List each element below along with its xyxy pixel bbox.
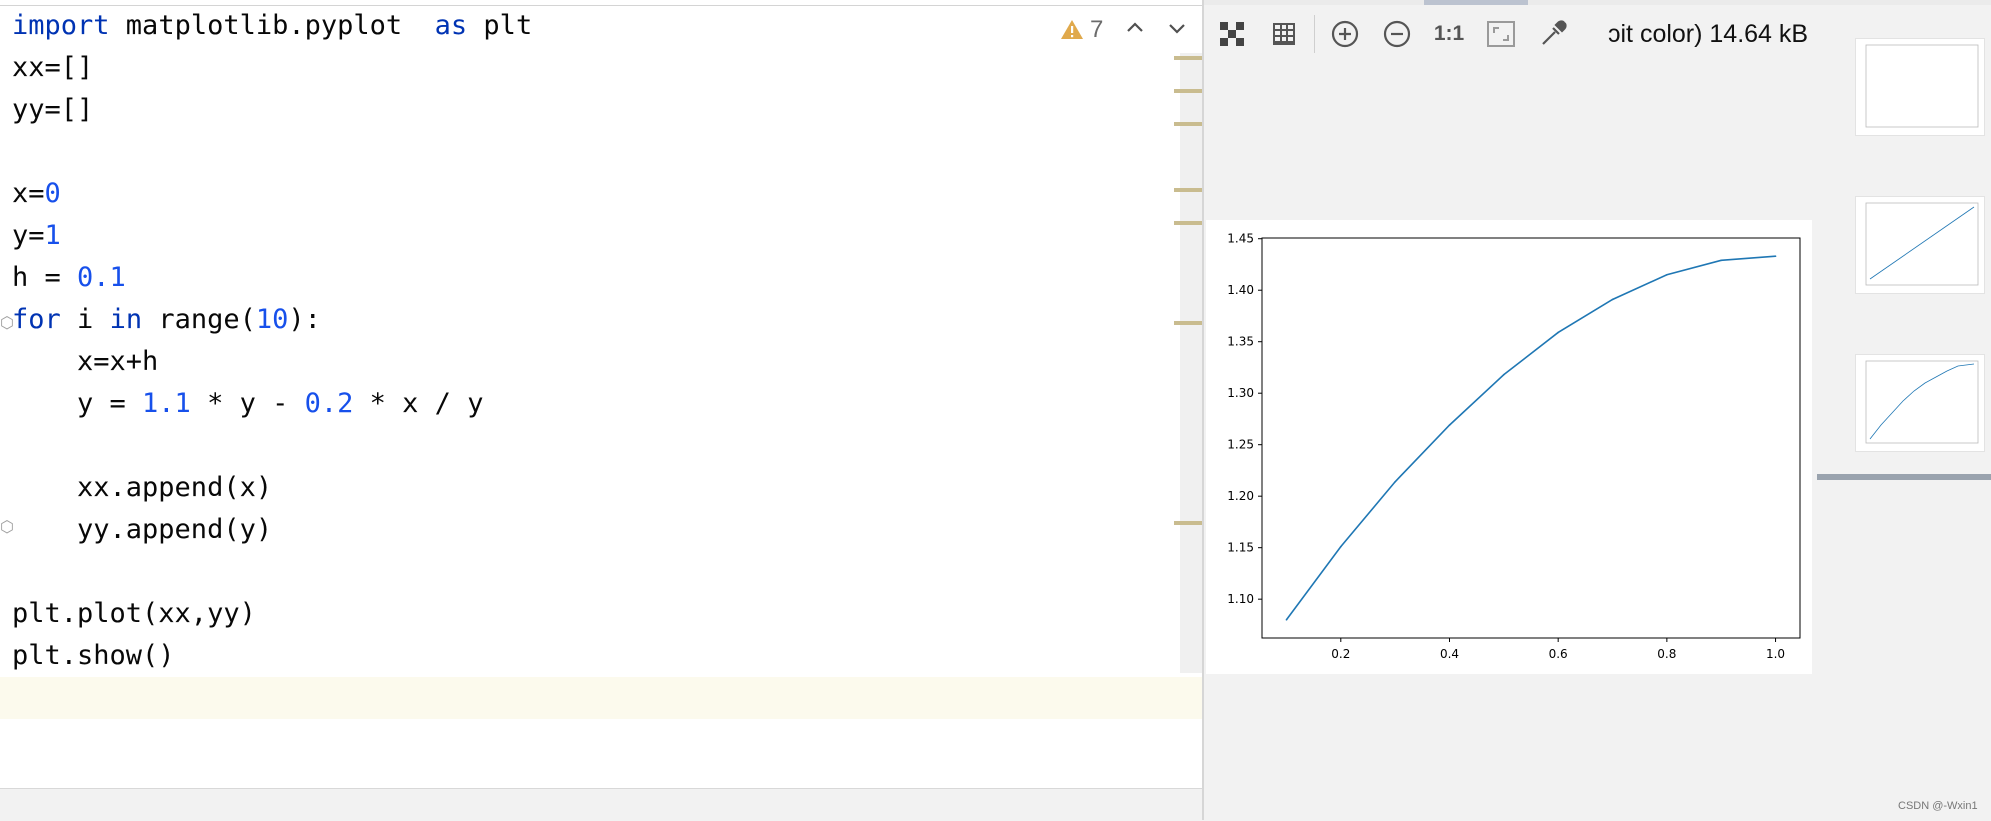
zoom-in-icon[interactable]: [1319, 12, 1371, 56]
inspections-widget[interactable]: 7: [1060, 12, 1103, 48]
matplotlib-figure: 0.2 0.4 0.6 0.8 1.0 1.10 1.15 1.20 1.25 1.30 1.35 1…: [1227, 232, 1801, 661]
image-viewer-toolbar: 1:1: [1206, 12, 1579, 56]
thumbnail-1[interactable]: [1855, 38, 1985, 136]
code-line[interactable]: h = 0.1: [12, 257, 126, 299]
code-line[interactable]: plt.plot(xx,yy): [12, 593, 256, 635]
image-info-label: ɔit color) 14.64 kB: [1608, 20, 1809, 48]
eyedropper-icon[interactable]: [1527, 12, 1579, 56]
y-tick-label: 1.25: [1227, 438, 1254, 452]
code-line[interactable]: yy=[]: [12, 89, 93, 131]
thumbnail-scroll-indicator[interactable]: [1817, 474, 1991, 480]
thumbnail-2-image: [1865, 202, 1979, 286]
x-tick-label: 0.6: [1549, 647, 1568, 661]
code-line[interactable]: y=1: [12, 215, 61, 257]
code-line[interactable]: xx=[]: [12, 47, 93, 89]
grid-icon[interactable]: [1258, 12, 1310, 56]
x-tick-label: 0.4: [1440, 647, 1459, 661]
y-tick-label: 1.35: [1227, 335, 1254, 349]
y-tick-label: 1.20: [1227, 489, 1254, 503]
warning-marker[interactable]: [1174, 56, 1202, 60]
current-line-highlight: [0, 677, 1202, 719]
data-point: [1394, 480, 1396, 483]
warnings-count: 7: [1090, 16, 1104, 43]
warning-marker[interactable]: [1174, 89, 1202, 93]
zoom-out-icon[interactable]: [1371, 12, 1423, 56]
warning-marker[interactable]: [1174, 321, 1202, 325]
code-line[interactable]: import matplotlib.pyplot as plt: [12, 5, 532, 47]
warning-marker[interactable]: [1174, 122, 1202, 126]
warning-marker[interactable]: [1174, 188, 1202, 192]
actual-size-label: 1:1: [1433, 22, 1465, 45]
warning-marker[interactable]: [1174, 521, 1202, 525]
thumbnail-3[interactable]: [1855, 354, 1985, 452]
data-point: [1611, 298, 1614, 301]
image-preview[interactable]: 0.2 0.4 0.6 0.8 1.0 1.10 1.15 1.20 1.25 1.30 1.35 1…: [1206, 220, 1812, 674]
data-point: [1285, 618, 1288, 621]
fold-end-icon[interactable]: ⬡: [0, 517, 14, 536]
thumbnail-1-image: [1865, 44, 1979, 128]
toolbar-separator: [1314, 15, 1315, 53]
warning-icon: [1061, 20, 1083, 39]
code-line[interactable]: xx.append(x): [12, 467, 272, 509]
code-editor[interactable]: import matplotlib.pyplot as plt xx=[] yy=[…: [0, 0, 1202, 821]
previous-highlight-icon[interactable]: [1123, 16, 1147, 40]
data-point: [1448, 424, 1451, 426]
thumbnail-2[interactable]: [1855, 196, 1985, 294]
code-line[interactable]: x=x+h: [12, 341, 158, 383]
thumbnail-3-image: [1865, 360, 1979, 444]
data-point: [1339, 545, 1342, 548]
fit-to-window-icon[interactable]: [1475, 12, 1527, 56]
fold-start-icon[interactable]: ⬡: [0, 313, 14, 332]
data-point: [1666, 273, 1668, 276]
next-highlight-icon[interactable]: [1165, 16, 1189, 40]
thumbnail-panel: [1815, 0, 1991, 820]
y-tick-label: 1.15: [1227, 541, 1254, 555]
splitter[interactable]: [1202, 0, 1204, 820]
code-line[interactable]: yy.append(y): [12, 509, 272, 551]
code-line[interactable]: x=0: [12, 173, 61, 215]
code-line[interactable]: plt.show(): [12, 635, 175, 677]
x-tick-label: 1.0: [1766, 647, 1785, 661]
code-line[interactable]: y = 1.1 * y - 0.2 * x / y: [12, 383, 483, 425]
data-point: [1720, 259, 1723, 262]
x-tick-label: 0.2: [1331, 647, 1350, 661]
editor-bottom-bar: [0, 788, 1202, 821]
editor-scrollbar[interactable]: [1180, 53, 1202, 673]
axes-frame: [1261, 237, 1801, 639]
data-point: [1774, 255, 1777, 258]
code-line[interactable]: for i in range(10):: [12, 299, 321, 341]
y-tick-label: 1.30: [1227, 386, 1254, 400]
actual-size-button[interactable]: 1:1: [1423, 12, 1475, 56]
warning-marker[interactable]: [1174, 221, 1202, 225]
watermark: CSDN @-Wxin1: [1898, 800, 1978, 812]
data-point: [1503, 373, 1505, 376]
y-tick-label: 1.40: [1227, 283, 1254, 297]
y-tick-label: 1.45: [1227, 232, 1254, 246]
x-tick-label: 0.8: [1657, 647, 1676, 661]
viewer-tab-indicator[interactable]: [1424, 0, 1528, 5]
data-point: [1557, 331, 1559, 334]
checkerboard-icon[interactable]: [1206, 12, 1258, 56]
y-tick-label: 1.10: [1227, 592, 1254, 606]
